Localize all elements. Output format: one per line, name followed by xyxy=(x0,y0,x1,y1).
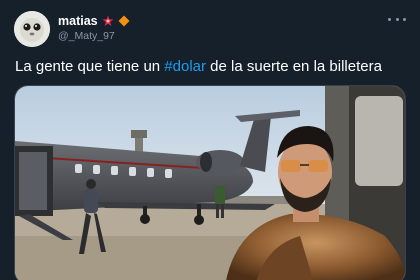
tweet-card[interactable]: matias @_Maty_97 La gente que tiene un #… xyxy=(0,0,420,280)
avatar[interactable] xyxy=(14,11,50,47)
tweet-text: La gente que tiene un #dolar de la suert… xyxy=(15,57,382,77)
hashtag-link[interactable]: #dolar xyxy=(164,58,206,75)
display-name[interactable]: matias xyxy=(58,14,98,28)
orange-diamond-emoji-icon xyxy=(118,15,130,27)
tweet-text-after: de la suerte en la billetera xyxy=(206,58,382,75)
tweet-text-before: La gente que tiene un xyxy=(15,58,165,75)
red-star-emoji-icon xyxy=(102,15,114,26)
user-handle[interactable]: @_Maty_97 xyxy=(58,30,115,42)
tweet-media-photo[interactable] xyxy=(14,85,406,280)
more-options-icon[interactable] xyxy=(388,12,406,26)
